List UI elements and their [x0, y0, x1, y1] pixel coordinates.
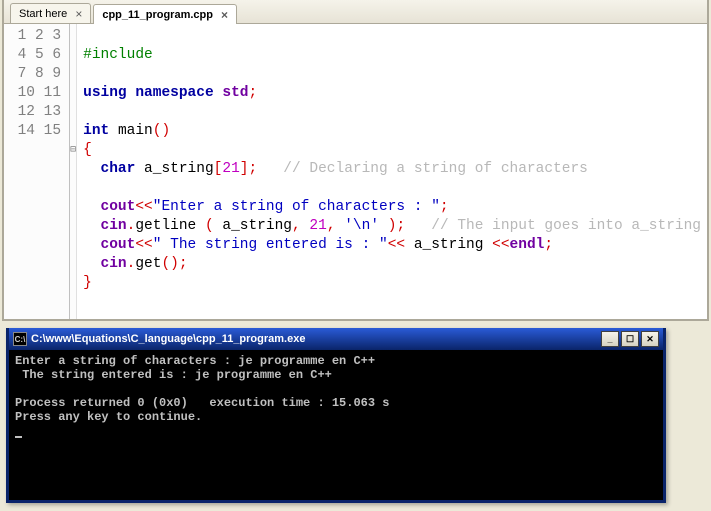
- close-button[interactable]: ✕: [641, 331, 659, 347]
- code-editor-window: Start here × cpp_11_program.cpp × 1 2 3 …: [2, 0, 709, 321]
- tab-bar: Start here × cpp_11_program.cpp ×: [4, 0, 707, 24]
- close-icon[interactable]: ×: [221, 9, 228, 21]
- console-window: C:\ C:\www\Equations\C_language\cpp_11_p…: [6, 328, 666, 503]
- fold-toggle-icon[interactable]: ⊟: [70, 141, 76, 160]
- fold-column: ⊟: [70, 24, 77, 319]
- tab-start-here[interactable]: Start here ×: [10, 3, 91, 23]
- tab-cpp-file[interactable]: cpp_11_program.cpp ×: [93, 4, 237, 24]
- console-icon: C:\: [13, 332, 27, 346]
- console-title-bar[interactable]: C:\ C:\www\Equations\C_language\cpp_11_p…: [9, 328, 663, 350]
- code-text[interactable]: #include using namespace std; int main()…: [77, 24, 707, 319]
- minimize-button[interactable]: _: [601, 331, 619, 347]
- console-title: C:\www\Equations\C_language\cpp_11_progr…: [31, 333, 601, 345]
- window-controls: _ ☐ ✕: [601, 331, 659, 347]
- maximize-button[interactable]: ☐: [621, 331, 639, 347]
- close-icon[interactable]: ×: [75, 8, 82, 20]
- tab-label: Start here: [19, 8, 67, 20]
- code-area[interactable]: 1 2 3 4 5 6 7 8 9 10 11 12 13 14 15 ⊟ #i…: [4, 24, 707, 319]
- console-output: Enter a string of characters : je progra…: [9, 350, 663, 500]
- line-number-gutter: 1 2 3 4 5 6 7 8 9 10 11 12 13 14 15: [4, 24, 70, 319]
- tab-label: cpp_11_program.cpp: [102, 9, 213, 21]
